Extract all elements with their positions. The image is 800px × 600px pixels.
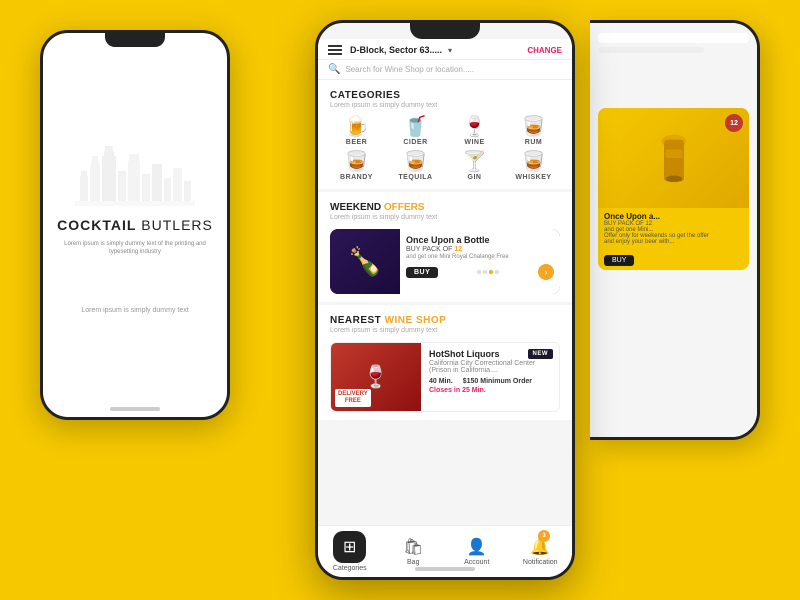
offer-content: Once Upon a Bottle BUY PACK OF 12 and ge… [400,229,560,294]
dot-4 [495,270,499,274]
min-order: $150 Minimum Order [463,378,532,385]
account-nav-icon: 👤 [467,537,487,557]
chevron-down-icon[interactable]: ▾ [448,46,452,55]
category-wine[interactable]: 🍷 WINE [448,117,501,146]
category-cider[interactable]: 🥤 CIDER [389,117,442,146]
partial-content: 12 Once Upon a... BUY PACK OF 12 and get… [590,23,757,437]
new-badge: NEW [528,349,554,359]
category-tequila[interactable]: 🥃 TEQUILA [389,152,442,181]
categories-nav-label: Categories [333,565,367,572]
rum-label: RUM [525,139,542,146]
category-whiskey[interactable]: 🥃 WHISKEY [507,152,560,181]
account-nav-label: Account [464,559,489,566]
offer-dots [477,270,499,274]
offer-buy-row: BUY › [406,264,554,280]
shop-image: 🍷 DELIVERYFREE [331,343,421,411]
top-bar: D-Block, Sector 63..... ▾ CHANGE [318,39,572,60]
shop-address: California City Correctional Center (Pri… [429,360,551,374]
search-icon: 🔍 [328,64,340,75]
next-offer-button[interactable]: › [538,264,554,280]
splash-phone: COCKTAIL BUTLERS Lorem ipsum is simply d… [40,30,230,420]
partial-offer-card: 12 Once Upon a... BUY PACK OF 12 and get… [598,108,749,270]
search-bar: 🔍 Search for Wine Shop or location..... [318,60,572,80]
buy-button[interactable]: BUY [406,267,438,278]
location-label: D-Block, Sector 63..... [350,45,442,55]
footer-text: Lorem ipsum is simply dummy text [81,307,188,314]
whiskey-label: WHISKEY [515,174,551,181]
category-gin[interactable]: 🍸 GIN [448,152,501,181]
notification-nav-label: Notification [523,559,558,566]
gin-label: GIN [468,174,482,181]
categories-subtitle: Lorem ipsum is simply dummy text [330,102,560,109]
offer-card[interactable]: 🍾 Once Upon a Bottle BUY PACK OF 12 and … [330,229,560,294]
categories-nav-icon: ⊞ [343,537,356,557]
home-indicator-main [415,567,475,571]
wine-shop-section: NEAREST WINE SHOP Lorem ipsum is simply … [318,305,572,420]
app-body[interactable]: CATEGORIES Lorem ipsum is simply dummy t… [318,80,572,525]
gin-icon: 🍸 [462,152,487,172]
wine-icon: 🍷 [462,117,487,137]
city-illustration [75,136,195,206]
tequila-label: TEQUILA [398,174,432,181]
partial-phone: 12 Once Upon a... BUY PACK OF 12 and get… [590,20,760,440]
notification-badge: 3 [538,530,550,542]
wine-label: WINE [464,139,484,146]
cider-label: CIDER [403,139,427,146]
brand-subtitle: Lorem ipsum is simply dummy text of the … [43,240,227,257]
offer-free-text: and get one Mini Royal Chalange Free [406,254,554,260]
offers-subtitle: Lorem ipsum is simply dummy text [330,214,560,221]
rum-icon: 🥃 [521,117,546,137]
wine-shop-title: NEAREST WINE SHOP [330,315,560,326]
nav-categories[interactable]: ⊞ Categories [318,526,382,577]
categories-grid: 🍺 BEER 🥤 CIDER 🍷 WINE 🥃 RUM [330,117,560,181]
category-beer[interactable]: 🍺 BEER [330,117,383,146]
closes-label: Closes in 25 Min. [429,387,551,394]
partial-buy-btn[interactable]: BUY [604,255,634,266]
cider-icon: 🥤 [403,117,428,137]
main-phone: D-Block, Sector 63..... ▾ CHANGE 🔍 Searc… [315,20,575,580]
nav-notification[interactable]: 🔔 3 Notification [509,526,573,577]
tequila-icon: 🥃 [403,152,428,172]
offers-title: WEEKEND OFFERS [330,202,560,213]
bag-nav-label: Bag [407,559,419,566]
categories-title: CATEGORIES [330,90,560,101]
notch-main [410,23,480,39]
change-button[interactable]: CHANGE [527,46,562,55]
dot-2 [483,270,487,274]
wine-shop-subtitle: Lorem ipsum is simply dummy text [330,327,560,334]
bag-nav-icon: 🛍 [403,537,423,557]
brandy-icon: 🥃 [344,152,369,172]
category-rum[interactable]: 🥃 RUM [507,117,560,146]
beer-icon: 🍺 [344,117,369,137]
category-brandy[interactable]: 🥃 BRANDY [330,152,383,181]
offer-image: 🍾 [330,229,400,294]
app-content: D-Block, Sector 63..... ▾ CHANGE 🔍 Searc… [318,39,572,577]
brand-title: COCKTAIL BUTLERS [57,218,213,233]
categories-section: CATEGORIES Lorem ipsum is simply dummy t… [318,80,572,189]
whiskey-icon: 🥃 [521,152,546,172]
search-input[interactable]: Search for Wine Shop or location..... [345,65,562,74]
brandy-label: BRANDY [340,174,373,181]
delivery-time: 40 Min. [429,378,453,385]
partial-offer-text: Once Upon a... BUY PACK OF 12 and get on… [598,208,749,249]
offer-pack: BUY PACK OF 12 [406,246,554,253]
nav-icon-wrap-categories: ⊞ [333,531,366,563]
dot-1 [477,270,481,274]
dot-3 [489,270,493,274]
shop-card[interactable]: 🍷 DELIVERYFREE HotShot Liquors Californi… [330,342,560,412]
offers-section: WEEKEND OFFERS Lorem ipsum is simply dum… [318,192,572,302]
offer-title: Once Upon a Bottle [406,235,554,245]
partial-badge-12: 12 [725,114,743,132]
beer-label: BEER [346,139,367,146]
home-indicator-left [110,407,160,411]
hamburger-menu[interactable] [328,45,342,55]
delivery-free-badge: DELIVERYFREE [335,389,371,407]
shop-meta: 40 Min. $150 Minimum Order [429,378,551,385]
notch-left [105,33,165,47]
